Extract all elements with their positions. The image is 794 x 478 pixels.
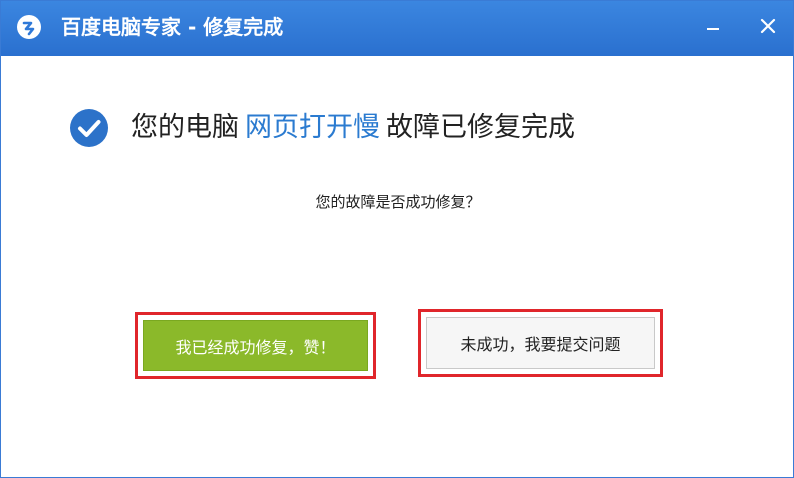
close-button[interactable]	[753, 11, 783, 41]
success-button-highlight: 我已经成功修复，赞！	[135, 312, 376, 379]
window-title: 百度电脑专家 - 修复完成	[61, 15, 284, 39]
issue-name-link[interactable]: 网页打开慢	[245, 112, 380, 143]
fail-button-highlight: 未成功，我要提交问题	[418, 309, 663, 377]
submit-problem-button[interactable]: 未成功，我要提交问题	[426, 317, 655, 369]
status-text: 您的电脑 网页打开慢 故障已修复完成	[131, 106, 575, 150]
title-bar[interactable]: 百度电脑专家 - 修复完成	[1, 1, 793, 56]
repair-success-button[interactable]: 我已经成功修复，赞！	[143, 320, 368, 371]
minimize-icon	[707, 28, 719, 30]
status-prefix: 您的电脑	[131, 112, 239, 143]
repair-complete-window: 百度电脑专家 - 修复完成 您的电脑 网页打开慢 故障已修复完成 您的故障是否成功修…	[0, 0, 794, 478]
minimize-button[interactable]	[698, 11, 728, 41]
repair-status: 您的电脑 网页打开慢 故障已修复完成	[69, 106, 575, 150]
check-circle-icon	[70, 109, 108, 147]
close-icon	[760, 18, 776, 34]
app-logo-icon	[17, 15, 41, 39]
status-suffix: 故障已修复完成	[386, 112, 575, 143]
repair-question: 您的故障是否成功修复？	[315, 193, 481, 211]
